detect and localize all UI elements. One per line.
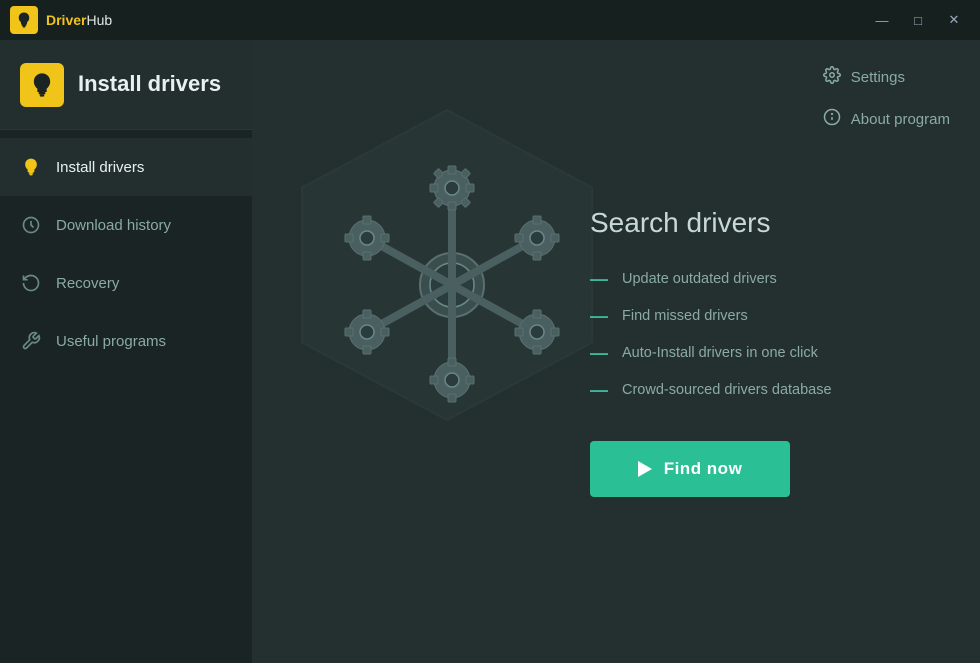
sidebar-logo <box>20 63 64 107</box>
sidebar-header: Install drivers <box>0 40 252 130</box>
feature-item-1: — Update outdated drivers <box>590 269 930 290</box>
feature-dash: — <box>590 306 608 327</box>
app-body: Install drivers Install drivers <box>0 40 980 663</box>
sidebar-item-useful-programs[interactable]: Useful programs <box>0 312 252 370</box>
feature-item-4: — Crowd-sourced drivers database <box>590 380 930 401</box>
find-now-label: Find now <box>664 459 743 479</box>
main-content: Settings About program Search drivers — <box>252 40 980 663</box>
sidebar-item-label: Download history <box>56 217 171 234</box>
feature-list: — Update outdated drivers — Find missed … <box>590 269 930 401</box>
sidebar-nav: Install drivers Download history <box>0 130 252 370</box>
maximize-button[interactable]: □ <box>902 6 934 34</box>
sidebar: Install drivers Install drivers <box>0 40 252 663</box>
wrench-icon <box>20 330 42 352</box>
clock-icon <box>20 214 42 236</box>
feature-text: Update outdated drivers <box>622 271 777 287</box>
find-now-button[interactable]: Find now <box>590 441 790 497</box>
feature-text: Auto-Install drivers in one click <box>622 345 818 361</box>
titlebar: DriverHub — □ ✕ <box>0 0 980 40</box>
app-logo <box>10 6 38 34</box>
sidebar-item-download-history[interactable]: Download history <box>0 196 252 254</box>
feature-item-3: — Auto-Install drivers in one click <box>590 343 930 364</box>
sidebar-item-install-drivers[interactable]: Install drivers <box>0 138 252 196</box>
sidebar-item-label: Recovery <box>56 275 119 292</box>
driver-icon <box>20 156 42 178</box>
app-title: DriverHub <box>46 12 112 28</box>
sidebar-item-label: Useful programs <box>56 333 166 350</box>
play-icon <box>638 461 652 477</box>
close-button[interactable]: ✕ <box>938 6 970 34</box>
sidebar-header-title: Install drivers <box>78 71 221 97</box>
search-panel: Search drivers — Update outdated drivers… <box>540 40 980 663</box>
search-title: Search drivers <box>590 207 930 239</box>
feature-dash: — <box>590 343 608 364</box>
feature-text: Crowd-sourced drivers database <box>622 382 832 398</box>
feature-dash: — <box>590 269 608 290</box>
sidebar-item-recovery[interactable]: Recovery <box>0 254 252 312</box>
minimize-button[interactable]: — <box>866 6 898 34</box>
sidebar-item-label: Install drivers <box>56 159 144 176</box>
window-controls: — □ ✕ <box>866 6 970 34</box>
feature-text: Find missed drivers <box>622 308 748 324</box>
feature-item-2: — Find missed drivers <box>590 306 930 327</box>
feature-dash: — <box>590 380 608 401</box>
titlebar-left: DriverHub <box>10 6 112 34</box>
recovery-icon <box>20 272 42 294</box>
